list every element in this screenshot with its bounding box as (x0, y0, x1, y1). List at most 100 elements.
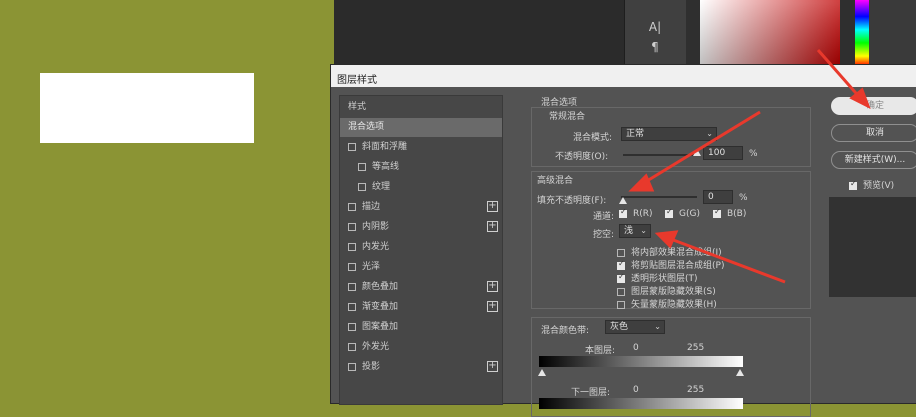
opacity-slider-thumb[interactable] (693, 149, 701, 156)
cancel-button[interactable]: 取消 (831, 124, 916, 142)
preview-toggle[interactable]: 预览(V) (849, 178, 894, 191)
fill-opacity-slider[interactable] (621, 196, 697, 198)
new-style-button[interactable]: 新建样式(W)... (831, 151, 916, 169)
fill-opacity-slider-thumb[interactable] (619, 197, 627, 204)
bevel-emboss-checkbox[interactable] (348, 142, 356, 151)
blend-if-select[interactable]: 灰色 ⌄ (605, 320, 665, 334)
style-item-texture[interactable]: 纹理 (340, 178, 502, 197)
style-preview-swatch (829, 197, 916, 297)
opacity-slider[interactable] (623, 154, 699, 156)
channel-r-checkbox[interactable] (619, 207, 627, 218)
satin-checkbox[interactable] (348, 262, 356, 271)
style-item-label: 内阴影 (362, 222, 390, 232)
option-transparency-shapes[interactable]: 透明形状图层(T) (617, 271, 698, 284)
style-item-blending-options[interactable]: 混合选项 (340, 118, 502, 137)
style-item-satin[interactable]: 光泽 (340, 258, 502, 277)
advanced-blending-title: 高级混合 (537, 176, 574, 186)
gradient-overlay-checkbox[interactable] (348, 302, 356, 311)
style-item-label: 纹理 (372, 182, 391, 192)
drop-shadow-checkbox[interactable] (348, 362, 356, 371)
this-layer-black-thumb[interactable] (538, 369, 546, 376)
style-item-inner-glow[interactable]: 内发光 (340, 238, 502, 257)
style-item-label: 外发光 (362, 342, 390, 352)
style-item-contour[interactable]: 等高线 (340, 158, 502, 177)
styles-list: 样式 混合选项 斜面和浮雕 等高线 纹理 描边 + 内阴影 + 内发光 光泽 颜… (339, 95, 503, 405)
workspace-panel (334, 0, 624, 66)
add-drop-shadow-plus-icon[interactable]: + (487, 361, 498, 372)
blend-mode-select[interactable]: 正常 ⌄ (621, 127, 717, 141)
style-item-inner-shadow[interactable]: 内阴影 + (340, 218, 502, 237)
preview-label: 预览(V) (863, 181, 895, 191)
dialog-title: 图层样式 (331, 65, 916, 87)
canvas-white-shape (40, 73, 254, 143)
channel-b[interactable]: B(B) (713, 207, 746, 219)
blending-options-panel: 混合选项 常规混合 混合模式: 正常 ⌄ 不透明度(O): 100 % 高级混合… (513, 87, 823, 417)
option-label: 将剪贴图层混合成组(P) (631, 261, 725, 271)
stroke-checkbox[interactable] (348, 202, 356, 211)
tool-strip: A| ¶ (624, 0, 686, 66)
add-gradient-overlay-plus-icon[interactable]: + (487, 301, 498, 312)
channel-g[interactable]: G(G) (665, 207, 700, 219)
channel-g-label: G(G) (679, 209, 700, 219)
blend-interior-checkbox[interactable] (617, 248, 625, 257)
add-color-overlay-plus-icon[interactable]: + (487, 281, 498, 292)
style-item-outer-glow[interactable]: 外发光 (340, 338, 502, 357)
paragraph-tool-icon[interactable]: ¶ (645, 40, 665, 54)
opacity-input[interactable]: 100 (703, 146, 743, 160)
chevron-down-icon: ⌄ (654, 322, 661, 331)
layer-style-dialog: 图层样式 样式 混合选项 斜面和浮雕 等高线 纹理 描边 + 内阴影 + 内发光… (330, 64, 916, 417)
add-stroke-plus-icon[interactable]: + (487, 201, 498, 212)
underlying-layer-min: 0 (633, 385, 639, 395)
pattern-overlay-checkbox[interactable] (348, 322, 356, 331)
style-item-label: 颜色叠加 (362, 282, 399, 292)
option-label: 透明形状图层(T) (631, 274, 698, 284)
contour-checkbox[interactable] (358, 162, 366, 171)
texture-checkbox[interactable] (358, 182, 366, 191)
blend-mode-label: 混合模式: (573, 133, 613, 143)
outer-glow-checkbox[interactable] (348, 342, 356, 351)
styles-header: 样式 (348, 102, 367, 112)
style-item-label: 内发光 (362, 242, 390, 252)
option-vector-mask-hides[interactable]: 矢量蒙版隐藏效果(H) (617, 297, 717, 310)
option-layer-mask-hides[interactable]: 图层蒙版隐藏效果(S) (617, 284, 716, 297)
this-layer-gradient-bar[interactable] (539, 356, 743, 367)
channel-r[interactable]: R(R) (619, 207, 653, 219)
style-item-bevel-emboss[interactable]: 斜面和浮雕 (340, 138, 502, 157)
style-item-pattern-overlay[interactable]: 图案叠加 (340, 318, 502, 337)
style-item-label: 图案叠加 (362, 322, 399, 332)
channel-g-checkbox[interactable] (665, 207, 673, 218)
character-tool-icon[interactable]: A| (645, 20, 665, 34)
style-item-drop-shadow[interactable]: 投影 + (340, 358, 502, 377)
knockout-select[interactable]: 浅 ⌄ (619, 224, 651, 238)
knockout-value: 浅 (624, 226, 634, 236)
blend-clipped-checkbox[interactable] (617, 259, 625, 270)
channel-b-checkbox[interactable] (713, 207, 721, 218)
chevron-down-icon: ⌄ (706, 129, 713, 138)
color-overlay-checkbox[interactable] (348, 282, 356, 291)
style-item-label: 光泽 (362, 262, 381, 272)
vector-mask-hides-checkbox[interactable] (617, 300, 625, 309)
style-item-stroke[interactable]: 描边 + (340, 198, 502, 217)
fill-opacity-input[interactable]: 0 (703, 190, 733, 204)
underlying-layer-max: 255 (687, 385, 705, 395)
style-item-label: 斜面和浮雕 (362, 142, 408, 152)
ok-button[interactable]: 确定 (831, 97, 916, 115)
add-inner-shadow-plus-icon[interactable]: + (487, 221, 498, 232)
option-blend-clipped[interactable]: 将剪贴图层混合成组(P) (617, 258, 724, 271)
hue-slider[interactable] (855, 0, 869, 66)
this-layer-white-thumb[interactable] (736, 369, 744, 376)
style-item-color-overlay[interactable]: 颜色叠加 + (340, 278, 502, 297)
style-item-label: 投影 (362, 362, 381, 372)
blend-mode-value: 正常 (626, 129, 645, 139)
knockout-label: 挖空: (593, 230, 615, 240)
transparency-shapes-checkbox[interactable] (617, 272, 625, 283)
style-item-gradient-overlay[interactable]: 渐变叠加 + (340, 298, 502, 317)
preview-checkbox[interactable] (849, 179, 857, 190)
option-blend-interior[interactable]: 将内部效果混合成组(I) (617, 245, 722, 258)
inner-glow-checkbox[interactable] (348, 242, 356, 251)
layer-mask-hides-checkbox[interactable] (617, 287, 625, 296)
fill-opacity-unit: % (739, 193, 748, 203)
inner-shadow-checkbox[interactable] (348, 222, 356, 231)
color-picker-field[interactable] (700, 0, 840, 66)
opacity-unit: % (749, 149, 758, 159)
